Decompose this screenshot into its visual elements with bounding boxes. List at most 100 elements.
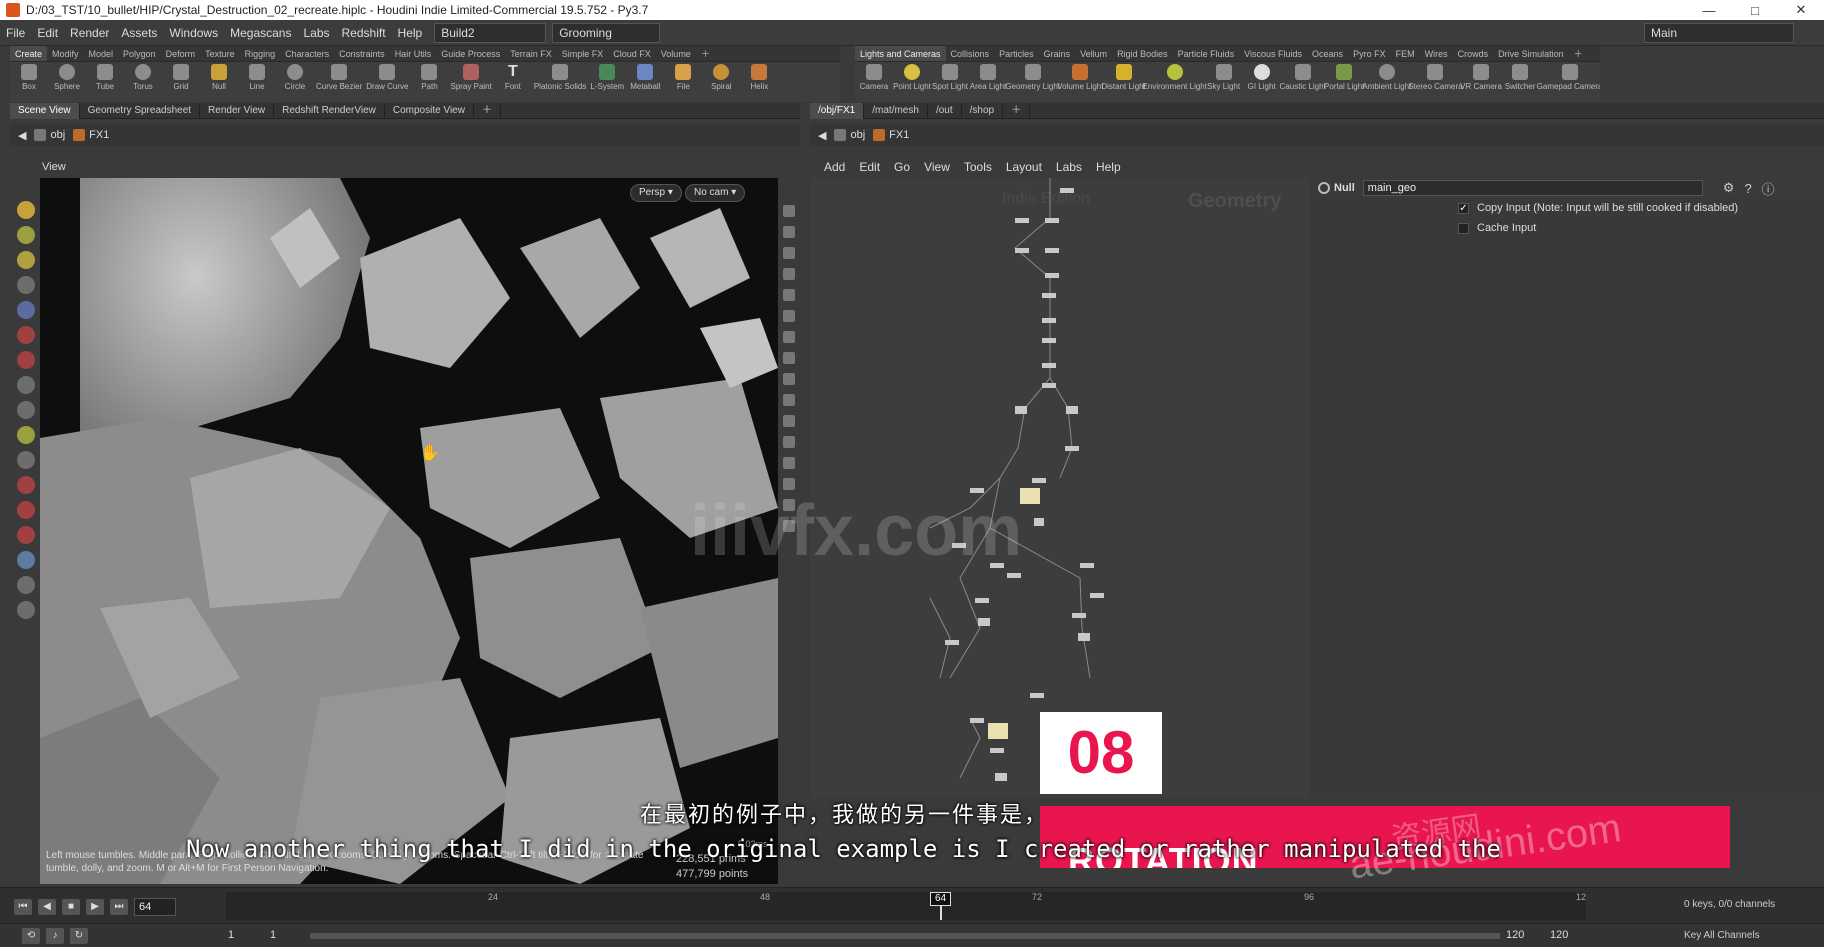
menu-file[interactable]: File — [0, 26, 31, 40]
add-tab-icon[interactable]: ＋ — [474, 102, 501, 119]
tool-camera[interactable]: Camera — [855, 62, 893, 102]
light-tool-icon[interactable] — [17, 601, 35, 619]
maximize-button[interactable]: □ — [1732, 3, 1778, 18]
shelf-tab-fem[interactable]: FEM — [1391, 46, 1420, 61]
no-cam-button[interactable]: No cam ▾ — [685, 184, 746, 202]
tool-null[interactable]: Null — [200, 62, 238, 102]
tool-portal-light[interactable]: Portal Light — [1324, 62, 1364, 102]
tool-caustic-light[interactable]: Caustic Light — [1280, 62, 1326, 102]
magnet-tool-icon[interactable] — [17, 501, 35, 519]
shelf-tab-simple-fx[interactable]: Simple FX — [557, 46, 609, 61]
path-fx1[interactable]: FX1 — [73, 129, 109, 141]
tool-draw-curve[interactable]: Draw Curve — [364, 62, 410, 102]
shelf-tab-guide-process[interactable]: Guide Process — [436, 46, 505, 61]
net-menu-view[interactable]: View — [924, 160, 950, 174]
tool-file[interactable]: File — [664, 62, 702, 102]
shelf-tab-pyro-fx[interactable]: Pyro FX — [1348, 46, 1391, 61]
range-start[interactable]: 1 — [228, 929, 234, 941]
current-frame-field[interactable]: 64 — [134, 898, 176, 916]
snap-display-icon[interactable] — [783, 436, 795, 448]
net-menu-help[interactable]: Help — [1096, 160, 1121, 174]
grid-display-icon[interactable] — [783, 415, 795, 427]
lights-icon[interactable] — [783, 289, 795, 301]
tab-redshift-renderview[interactable]: Redshift RenderView — [274, 102, 385, 119]
minimize-button[interactable]: — — [1686, 3, 1732, 18]
tool-torus[interactable]: Torus — [124, 62, 162, 102]
tab-obj-fx1[interactable]: /obj/FX1 — [810, 102, 865, 119]
net-menu-tools[interactable]: Tools — [964, 160, 992, 174]
wireframe-icon[interactable] — [783, 331, 795, 343]
shelf-tab-characters[interactable]: Characters — [280, 46, 334, 61]
tool-metaball[interactable]: Metaball — [626, 62, 664, 102]
tool-l-system[interactable]: L-System — [588, 62, 626, 102]
pointer-tool-icon[interactable] — [17, 276, 35, 294]
tab-mat-mesh[interactable]: /mat/mesh — [864, 102, 928, 119]
range-slider[interactable] — [310, 933, 1500, 939]
net-menu-add[interactable]: Add — [824, 160, 845, 174]
range-end[interactable]: 120 — [1506, 929, 1524, 941]
gear-icon[interactable]: ⚙ — [1723, 180, 1735, 196]
play-icon[interactable]: ▶ — [86, 899, 104, 915]
jump-start-icon[interactable]: ⏮ — [14, 899, 32, 915]
tool-ambient-light[interactable]: Ambient Light — [1362, 62, 1411, 102]
stop-icon[interactable]: ■ — [62, 899, 80, 915]
transform-tool-icon[interactable] — [17, 426, 35, 444]
menu-labs[interactable]: Labs — [297, 26, 335, 40]
shelf-tab-cloud-fx[interactable]: Cloud FX — [608, 46, 656, 61]
shelf-tab-deform[interactable]: Deform — [161, 46, 201, 61]
shelf-tab-particle-fluids[interactable]: Particle Fluids — [1173, 46, 1240, 61]
tool-path[interactable]: Path — [410, 62, 448, 102]
tool-gamepad-camera[interactable]: Gamepad Camera — [1537, 62, 1600, 102]
normals-icon[interactable] — [783, 373, 795, 385]
ghost-icon[interactable] — [783, 310, 795, 322]
select-tool-icon[interactable] — [17, 201, 35, 219]
network-editor[interactable]: Indie Edition Geometry — [810, 178, 1310, 798]
tab-render-view[interactable]: Render View — [200, 102, 275, 119]
shelf-tab-rigid-bodies[interactable]: Rigid Bodies — [1112, 46, 1173, 61]
info-icon[interactable]: ⓘ — [1762, 179, 1775, 198]
camera-tool-icon[interactable] — [17, 551, 35, 569]
cache-input-checkbox[interactable] — [1458, 222, 1469, 234]
display-options-icon[interactable] — [783, 205, 795, 217]
tool-volume-light[interactable]: Volume Light — [1057, 62, 1103, 102]
tool-geometry-light[interactable]: Geometry Light — [1005, 62, 1060, 102]
back-arrow-right-icon[interactable]: ◀ — [818, 129, 826, 142]
shelf-tab-rigging[interactable]: Rigging — [240, 46, 281, 61]
tool-sphere[interactable]: Sphere — [48, 62, 86, 102]
lasso-tool-icon[interactable] — [17, 476, 35, 494]
uv-icon[interactable] — [783, 394, 795, 406]
scale-tool-icon[interactable] — [17, 351, 35, 369]
shelf-tab-oceans[interactable]: Oceans — [1307, 46, 1348, 61]
handle-tool-icon[interactable] — [17, 326, 35, 344]
tool-box[interactable]: Box — [10, 62, 48, 102]
lock-camera-icon[interactable] — [783, 226, 795, 238]
scene-viewport[interactable]: Persp ▾ No cam ▾ ✋ Left mouse tumbles. M… — [40, 178, 778, 884]
net-menu-labs[interactable]: Labs — [1056, 160, 1082, 174]
shelf-tab-create[interactable]: Create — [10, 46, 48, 61]
add-shelf-icon[interactable]: ＋ — [696, 46, 715, 61]
snap-tool-icon[interactable] — [17, 526, 35, 544]
rotate-tool-icon[interactable] — [17, 251, 35, 269]
param-cache-input[interactable]: Cache Input — [1312, 218, 1824, 238]
net-menu-edit[interactable]: Edit — [859, 160, 880, 174]
shelf-tab-volume[interactable]: Volume — [656, 46, 696, 61]
tool-tube[interactable]: Tube — [86, 62, 124, 102]
tool-spray-paint[interactable]: Spray Paint — [448, 62, 493, 102]
frame-marker[interactable]: 64 — [930, 892, 952, 906]
loop-icon[interactable]: ↻ — [70, 928, 88, 944]
view-tool-icon[interactable] — [17, 401, 35, 419]
menu-edit[interactable]: Edit — [31, 26, 64, 40]
param-copy-input[interactable]: ✓ Copy Input (Note: Input will be still … — [1312, 198, 1824, 218]
audio-icon[interactable]: ♪ — [46, 928, 64, 944]
brush-tool-icon[interactable] — [17, 451, 35, 469]
shelf-tab-constraints[interactable]: Constraints — [334, 46, 390, 61]
tool-switcher[interactable]: Switcher — [1501, 62, 1539, 102]
tool-circle[interactable]: Circle — [276, 62, 314, 102]
shading-mode-icon[interactable] — [783, 268, 795, 280]
path-obj-right[interactable]: obj — [834, 129, 865, 141]
shelf-tab-crowds[interactable]: Crowds — [1453, 46, 1494, 61]
menu-assets[interactable]: Assets — [115, 26, 163, 40]
tab-shop[interactable]: /shop — [962, 102, 1004, 119]
key-all-channels-button[interactable]: Key All Channels — [1684, 927, 1810, 945]
back-arrow-icon[interactable]: ◀ — [18, 129, 26, 142]
